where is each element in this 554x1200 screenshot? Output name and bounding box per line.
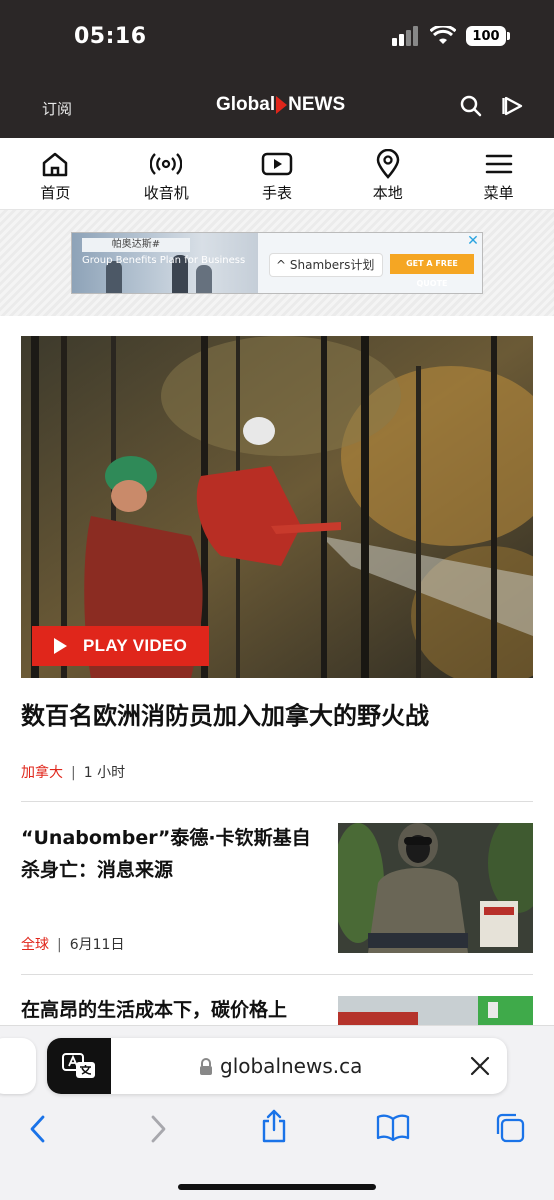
- nav-item-local[interactable]: 本地: [332, 138, 443, 209]
- translate-button[interactable]: [47, 1038, 111, 1094]
- forward-icon[interactable]: [148, 1114, 168, 1144]
- ad-banner[interactable]: 帕奥达斯# Group Benefits Plan for Business ^…: [71, 232, 483, 294]
- section-nav: 首页 收音机 手表 本地 菜单: [0, 138, 554, 210]
- logo-global: Global: [216, 94, 276, 115]
- ad-person: [196, 265, 212, 293]
- search-icon[interactable]: [460, 95, 482, 117]
- previous-tab-peek[interactable]: [0, 1038, 36, 1094]
- ad-right-panel: ^ Shambers计划 GET A FREE QUOTE: [258, 233, 482, 293]
- story-thumbnail[interactable]: [338, 823, 533, 953]
- hero-category[interactable]: 加拿大: [21, 765, 63, 781]
- hero-meta: 加拿大 | 1 小时: [21, 762, 125, 782]
- nav-label-radio: 收音机: [143, 184, 189, 202]
- address-bar[interactable]: globalnews.ca: [47, 1038, 507, 1094]
- status-icons: 100: [392, 26, 510, 46]
- play-video-label: PLAY VIDEO: [83, 636, 188, 655]
- divider: [21, 801, 533, 802]
- home-indicator: [178, 1184, 376, 1190]
- nav-item-menu[interactable]: 菜单: [443, 138, 554, 209]
- nav-item-radio[interactable]: 收音机: [111, 138, 222, 209]
- menu-icon: [485, 154, 512, 174]
- subscribe-link[interactable]: 订阅: [42, 98, 72, 119]
- home-icon: [43, 152, 68, 177]
- wifi-icon: [430, 26, 456, 44]
- radio-icon: [150, 153, 183, 175]
- url-text: globalnews.ca: [220, 1054, 363, 1078]
- browser-toolbar: [0, 1109, 554, 1156]
- bookmarks-icon[interactable]: [376, 1112, 410, 1142]
- site-header: 订阅 Global NEWS: [0, 80, 554, 138]
- nav-label-watch: 手表: [261, 184, 292, 202]
- hero-time: 1 小时: [83, 765, 126, 781]
- story-headline[interactable]: “Unabomber”泰德·卡钦斯基自杀身亡：消息来源: [21, 822, 321, 886]
- nav-label-home: 首页: [40, 184, 71, 202]
- ad-close-icon[interactable]: ✕: [466, 234, 480, 248]
- hero-headline[interactable]: 数百名欧洲消防员加入加拿大的野火战: [21, 696, 429, 731]
- video-icon: [261, 152, 293, 176]
- status-bar: 05:16 100: [0, 0, 554, 80]
- back-icon[interactable]: [28, 1114, 48, 1144]
- meta-separator: |: [57, 937, 62, 953]
- divider: [21, 974, 533, 975]
- ad-headline: Group Benefits Plan for Business: [82, 255, 246, 266]
- meta-separator: |: [71, 765, 76, 781]
- nav-item-home[interactable]: 首页: [0, 138, 111, 209]
- story-thumbnail[interactable]: [338, 996, 533, 1028]
- translate-icon: [62, 1053, 95, 1078]
- play-video-button[interactable]: PLAY VIDEO: [32, 626, 209, 666]
- lock-icon: [200, 1058, 212, 1075]
- story-date: 6月11日: [69, 937, 125, 953]
- play-icon[interactable]: [502, 95, 524, 117]
- ad-brand: ^ Shambers计划: [270, 254, 382, 276]
- tabs-icon[interactable]: [494, 1112, 526, 1144]
- nav-label-local: 本地: [372, 184, 403, 202]
- nav-label-menu: 菜单: [483, 184, 514, 202]
- location-pin-icon: [376, 149, 400, 179]
- story-meta: 全球 | 6月11日: [21, 934, 124, 954]
- story-image: [338, 996, 533, 1028]
- battery-icon: 100: [466, 26, 510, 46]
- logo-chevron-icon: [276, 96, 288, 114]
- close-icon[interactable]: [469, 1055, 491, 1077]
- ad-cta-button[interactable]: GET A FREE QUOTE: [390, 254, 474, 288]
- ad-photo: 帕奥达斯# Group Benefits Plan for Business: [72, 233, 258, 293]
- status-time: 05:16: [74, 24, 147, 49]
- play-triangle-icon: [54, 638, 67, 654]
- global-news-logo[interactable]: Global NEWS: [216, 94, 345, 116]
- nav-item-watch[interactable]: 手表: [222, 138, 333, 209]
- story-image: [338, 823, 533, 953]
- story-headline[interactable]: 在高昂的生活成本下，碳价格上: [21, 994, 321, 1026]
- browser-bottom-bar: globalnews.ca: [0, 1026, 554, 1200]
- story-category[interactable]: 全球: [21, 937, 49, 953]
- ad-tag: 帕奥达斯#: [82, 238, 190, 252]
- logo-news: NEWS: [288, 94, 346, 115]
- signal-icon: [392, 26, 418, 46]
- ad-area: 帕奥达斯# Group Benefits Plan for Business ^…: [0, 210, 554, 316]
- share-icon[interactable]: [260, 1108, 288, 1144]
- hero-video[interactable]: PLAY VIDEO: [21, 336, 533, 678]
